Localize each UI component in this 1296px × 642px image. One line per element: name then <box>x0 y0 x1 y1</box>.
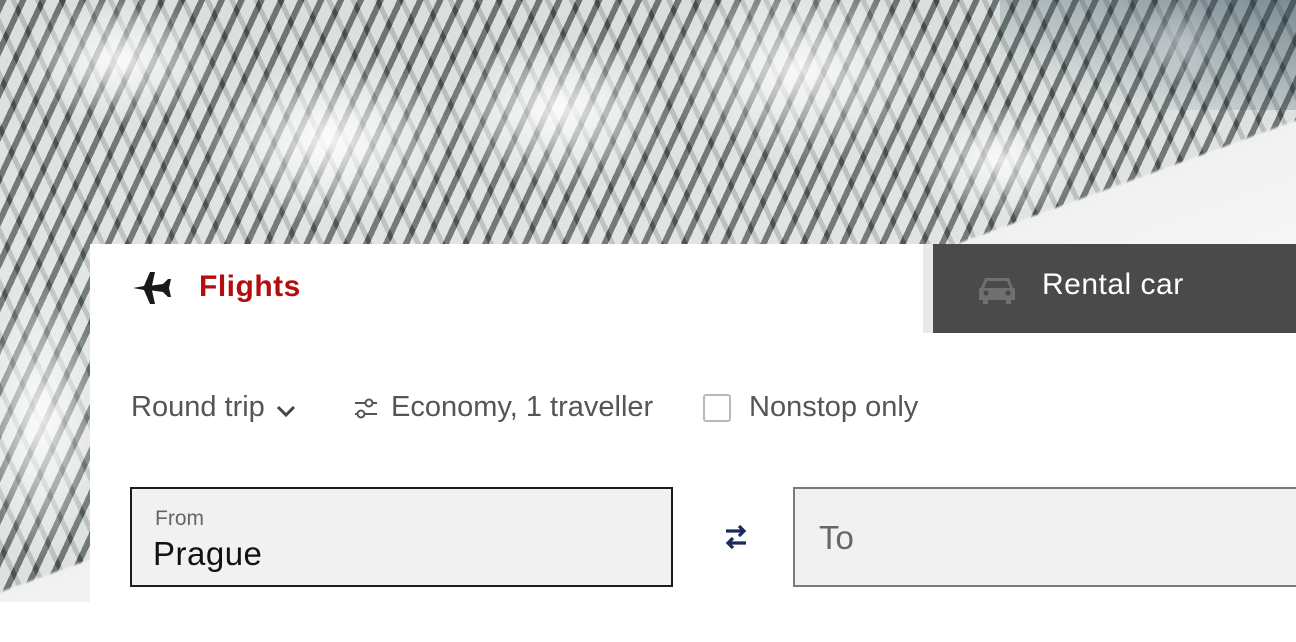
trip-type-value: Round trip <box>131 391 265 423</box>
from-field-label: From <box>155 507 204 530</box>
sliders-icon <box>353 395 379 421</box>
trip-type-dropdown[interactable]: Round trip <box>131 391 297 424</box>
nonstop-only-option[interactable]: Nonstop only <box>703 391 918 424</box>
tab-rental-car-label: Rental car <box>1042 268 1184 301</box>
to-field-placeholder: To <box>819 519 854 556</box>
swap-arrows-icon[interactable] <box>718 519 754 555</box>
flight-search-page: Flights Rental car Round trip Economy, 1… <box>0 0 1296 642</box>
tab-flights[interactable]: Flights <box>90 244 933 333</box>
cabin-travellers-selector[interactable]: Economy, 1 traveller <box>353 391 653 424</box>
tab-flights-label: Flights <box>199 270 301 303</box>
tab-divider <box>923 244 933 333</box>
from-field[interactable]: From Prague <box>130 487 673 587</box>
to-field[interactable]: To <box>793 487 1296 587</box>
chevron-down-icon <box>275 397 297 419</box>
airplane-icon <box>130 269 174 307</box>
nonstop-only-label: Nonstop only <box>749 391 919 423</box>
from-field-value: Prague <box>153 535 263 572</box>
car-icon <box>977 274 1017 306</box>
tab-rental-car[interactable]: Rental car <box>933 244 1296 333</box>
flight-search-panel: Round trip Economy, 1 traveller Nonstop <box>90 333 1296 642</box>
cabin-travellers-value: Economy, 1 traveller <box>391 391 654 423</box>
nonstop-only-checkbox[interactable] <box>703 393 731 422</box>
